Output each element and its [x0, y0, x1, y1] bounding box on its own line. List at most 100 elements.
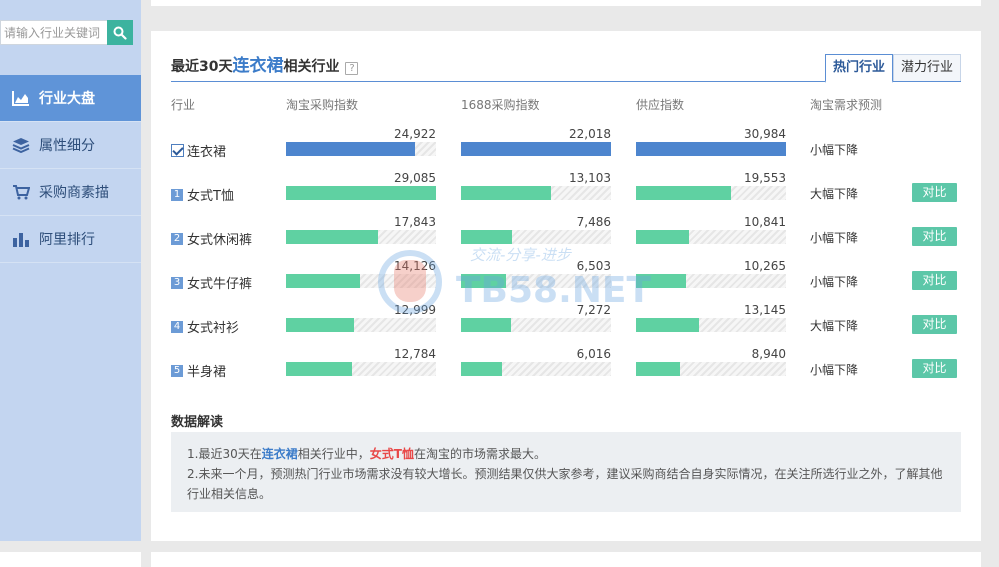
supply-bar — [636, 362, 786, 376]
rank-badge: 5 — [171, 364, 183, 377]
sidebar-item-attribute-breakdown[interactable]: 属性细分 — [0, 122, 141, 169]
search-icon — [113, 26, 127, 40]
supply-bar-fill — [636, 274, 686, 288]
supply-value: 13,145 — [744, 303, 786, 317]
supply-bar-fill — [636, 186, 731, 200]
sidebar-item-ali-ranking[interactable]: 阿里排行 — [0, 216, 141, 263]
industry-name: 女式衬衫 — [187, 321, 240, 336]
ali1688-bar — [461, 274, 611, 288]
industry-label: 2 女式休闲裤 — [171, 229, 252, 248]
ali1688-value: 13,103 — [569, 171, 611, 185]
supply-value: 30,984 — [744, 127, 786, 141]
taobao-bar — [286, 230, 436, 244]
taobao-bar-fill — [286, 142, 415, 156]
ali1688-value: 7,486 — [576, 215, 611, 229]
interpretation-title: 数据解读 — [171, 415, 224, 430]
interpretation-line-1: 1.最近30天在连衣裙相关行业中，女式T恤在淘宝的市场需求最大。 — [187, 447, 546, 461]
taobao-value: 12,784 — [394, 347, 436, 361]
forecast-text: 小幅下降 — [810, 363, 859, 377]
industry-name: 女式T恤 — [187, 189, 234, 204]
supply-bar — [636, 142, 786, 156]
highlight-top-industry: 女式T恤 — [369, 447, 414, 461]
sidebar-item-label: 行业大盘 — [39, 91, 95, 107]
ali1688-value: 22,018 — [569, 127, 611, 141]
ali1688-bar — [461, 318, 611, 332]
compare-button[interactable]: 对比 — [912, 183, 957, 202]
column-header-forecast: 淘宝需求预测 — [810, 98, 883, 112]
tabs: 热门行业 潜力行业 — [824, 54, 961, 83]
taobao-bar — [286, 186, 436, 200]
tab-hot-industry[interactable]: 热门行业 — [824, 54, 893, 83]
ali1688-bar-fill — [461, 186, 551, 200]
interpretation-line-2: 2.未来一个月，预测热门行业市场需求没有较大增长。预测结果仅供大家参考，建议采购… — [187, 467, 943, 501]
taobao-value: 12,999 — [394, 303, 436, 317]
title-suffix: 相关行业 — [283, 59, 340, 75]
ali1688-bar-fill — [461, 274, 506, 288]
search-box — [0, 20, 133, 45]
supply-bar — [636, 230, 786, 244]
forecast-text: 大幅下降 — [810, 187, 859, 201]
ali1688-bar — [461, 230, 611, 244]
ali1688-bar — [461, 186, 611, 200]
sidebar-item-label: 属性细分 — [39, 138, 95, 154]
compare-button[interactable]: 对比 — [912, 227, 957, 246]
taobao-bar-fill — [286, 318, 354, 332]
ali1688-value: 6,503 — [576, 259, 611, 273]
supply-value: 19,553 — [744, 171, 786, 185]
supply-bar — [636, 274, 786, 288]
title-highlight: 连衣裙 — [232, 56, 284, 76]
search-input[interactable] — [0, 20, 107, 45]
tab-potential-industry[interactable]: 潜力行业 — [892, 54, 961, 82]
supply-bar-fill — [636, 230, 689, 244]
highlight-category: 连衣裙 — [261, 447, 298, 461]
sidebar-item-label: 阿里排行 — [39, 232, 95, 248]
rank-badge: 1 — [171, 188, 183, 201]
bar-chart-icon — [11, 230, 31, 248]
compare-button[interactable]: 对比 — [912, 359, 957, 378]
column-header-industry: 行业 — [171, 98, 196, 112]
supply-bar-fill — [636, 362, 680, 376]
supply-value: 10,841 — [744, 215, 786, 229]
ali1688-bar-fill — [461, 318, 511, 332]
taobao-bar-fill — [286, 230, 378, 244]
forecast-text: 大幅下降 — [810, 319, 859, 333]
interpretation-box: 1.最近30天在连衣裙相关行业中，女式T恤在淘宝的市场需求最大。 2.未来一个月… — [171, 432, 961, 512]
ali1688-value: 6,016 — [576, 347, 611, 361]
column-header-1688: 1688采购指数 — [461, 98, 540, 112]
industry-label: 1 女式T恤 — [171, 185, 234, 204]
sidebar: 行业大盘 属性细分 采购商素描 阿里排行 — [0, 0, 141, 541]
bottom-panel — [0, 552, 981, 567]
sidebar-item-buyer-profile[interactable]: 采购商素描 — [0, 169, 141, 216]
ali1688-bar — [461, 142, 611, 156]
forecast-text: 小幅下降 — [810, 143, 859, 157]
taobao-bar-fill — [286, 362, 352, 376]
industry-label: 5 半身裙 — [171, 361, 226, 380]
taobao-bar — [286, 318, 436, 332]
area-chart-icon — [11, 89, 31, 107]
taobao-bar — [286, 274, 436, 288]
industry-name: 女式牛仔裤 — [187, 277, 253, 292]
sidebar-item-industry-overview[interactable]: 行业大盘 — [0, 75, 141, 122]
industry-label: 3 女式牛仔裤 — [171, 273, 252, 292]
compare-button[interactable]: 对比 — [912, 315, 957, 334]
industry-label: 连衣裙 — [171, 141, 226, 160]
rank-badge: 2 — [171, 232, 183, 245]
help-icon[interactable]: ? — [345, 62, 359, 75]
supply-bar — [636, 186, 786, 200]
industry-name: 半身裙 — [187, 365, 227, 380]
taobao-bar — [286, 142, 436, 156]
checkbox-checked-icon[interactable] — [171, 144, 184, 157]
column-header-supply: 供应指数 — [636, 98, 685, 112]
supply-bar-fill — [636, 318, 699, 332]
column-header-taobao: 淘宝采购指数 — [286, 98, 359, 112]
compare-button[interactable]: 对比 — [912, 271, 957, 290]
title-prefix: 最近30天 — [171, 59, 233, 75]
taobao-bar-fill — [286, 274, 360, 288]
panel-title: 最近30天 连衣裙 相关行业 ? — [171, 51, 359, 76]
search-button[interactable] — [107, 20, 133, 45]
rank-badge: 3 — [171, 276, 183, 289]
taobao-value: 24,922 — [394, 127, 436, 141]
rank-badge: 4 — [171, 320, 183, 333]
taobao-value: 17,843 — [394, 215, 436, 229]
industry-panel: 最近30天 连衣裙 相关行业 ? 热门行业 潜力行业 行业 淘宝采购指数 168… — [151, 31, 981, 541]
